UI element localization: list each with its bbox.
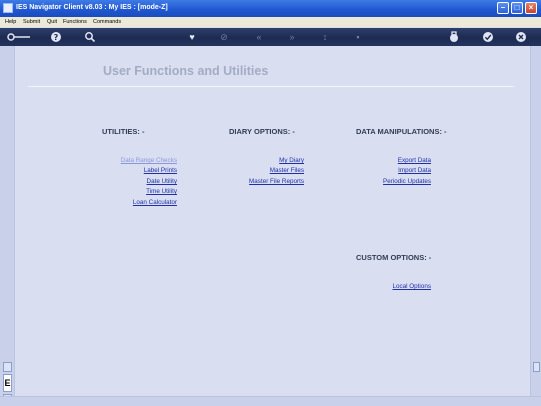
minimize-button[interactable]: – — [497, 2, 509, 14]
side-tab[interactable] — [3, 362, 12, 372]
window-title: IES Navigator Client v8.03 : My IES : [m… — [16, 4, 168, 11]
left-side-panel: E — [0, 46, 15, 404]
status-strip — [0, 396, 541, 406]
check-icon[interactable] — [482, 31, 494, 43]
time-utility-link[interactable]: Time Utility — [146, 188, 177, 195]
heart-icon[interactable]: ♥ — [186, 31, 198, 43]
app-icon — [3, 3, 13, 13]
svg-text:?: ? — [54, 33, 59, 42]
utilities-heading: UTILITIES: - — [102, 127, 145, 136]
search-icon[interactable] — [84, 31, 96, 43]
data-range-checks-link[interactable]: Data Range Checks — [121, 157, 177, 164]
cursor-icon[interactable]: ↕ — [319, 31, 331, 43]
side-tab[interactable] — [533, 362, 540, 372]
master-files-link[interactable]: Master Files — [270, 167, 304, 174]
loan-calculator-link[interactable]: Loan Calculator — [133, 199, 177, 206]
menu-submit[interactable]: Submit — [23, 19, 40, 25]
label-prints-link[interactable]: Label Prints — [144, 167, 177, 174]
title-bar: IES Navigator Client v8.03 : My IES : [m… — [0, 0, 541, 17]
menu-quit[interactable]: Quit — [47, 19, 57, 25]
main-content: User Functions and Utilities UTILITIES: … — [16, 46, 529, 396]
periodic-updates-link[interactable]: Periodic Updates — [383, 178, 431, 185]
my-diary-link[interactable]: My Diary — [279, 157, 304, 164]
master-file-reports-link[interactable]: Master File Reports — [249, 178, 304, 185]
menu-commands[interactable]: Commands — [93, 19, 121, 25]
toolbar: ? ♥ ⊘ « » ↕ ▪ — [0, 28, 541, 46]
page-title: User Functions and Utilities — [103, 64, 269, 78]
date-utility-link[interactable]: Date Utility — [147, 178, 177, 185]
tag-icon[interactable]: ⊘ — [218, 31, 230, 43]
side-tab-e[interactable]: E — [3, 374, 12, 392]
data-manipulations-heading: DATA MANIPULATIONS: - — [356, 127, 447, 136]
local-options-link[interactable]: Local Options — [392, 283, 431, 290]
maximize-button[interactable]: □ — [511, 2, 523, 14]
close-button[interactable]: × — [525, 2, 537, 14]
fast-forward-icon[interactable]: » — [286, 31, 298, 43]
title-divider — [28, 86, 514, 87]
custom-options-heading: CUSTOM OPTIONS: - — [356, 253, 432, 262]
menu-help[interactable]: Help — [5, 19, 16, 25]
diary-options-heading: DIARY OPTIONS: - — [229, 127, 295, 136]
help-icon[interactable]: ? — [50, 31, 62, 43]
right-side-panel — [530, 46, 541, 404]
import-data-link[interactable]: Import Data — [398, 167, 431, 174]
stop-icon[interactable]: ▪ — [352, 31, 364, 43]
key-icon[interactable] — [6, 31, 32, 43]
lock-icon[interactable] — [448, 31, 460, 43]
menu-bar: Help Submit Quit Functions Commands — [0, 17, 541, 27]
export-data-link[interactable]: Export Data — [398, 157, 431, 164]
close-icon[interactable] — [515, 31, 527, 43]
menu-functions[interactable]: Functions — [63, 19, 87, 25]
rewind-icon[interactable]: « — [253, 31, 265, 43]
